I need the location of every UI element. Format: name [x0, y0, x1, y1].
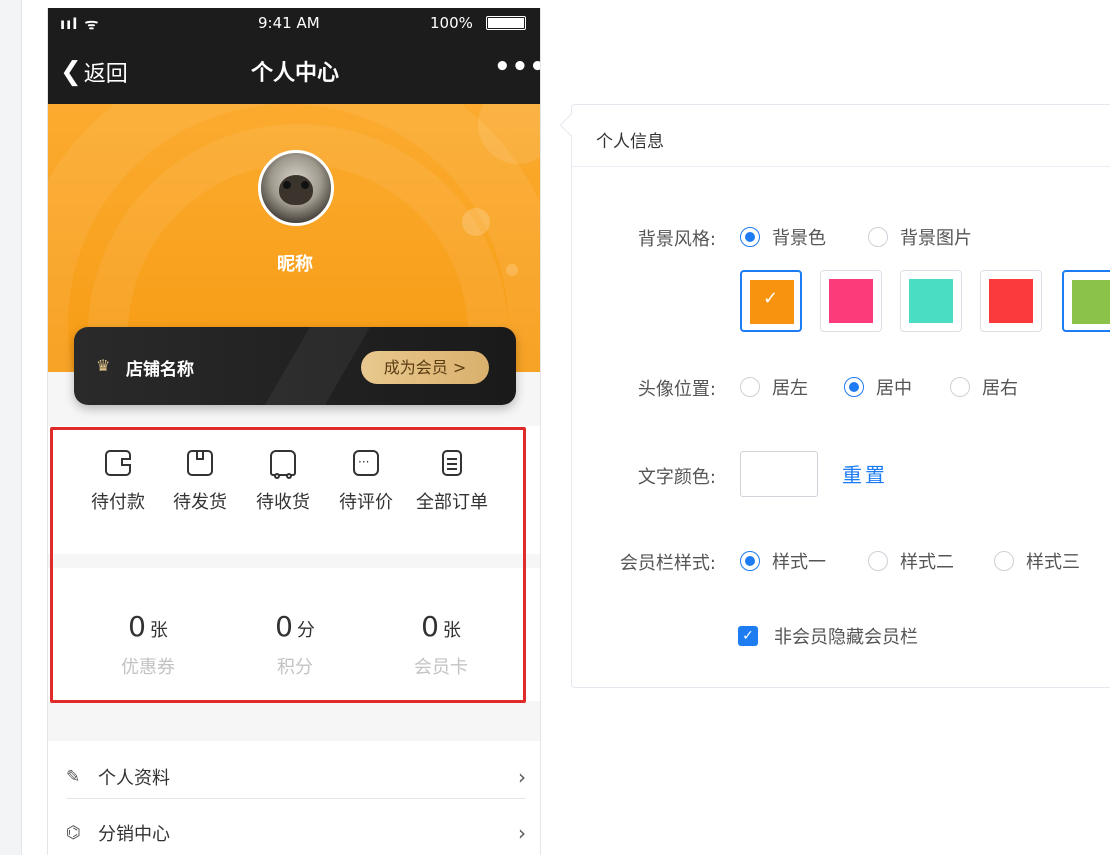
avatar[interactable] [258, 150, 334, 226]
signal-icon: ııl ᯤ [60, 15, 100, 33]
radio-label: 样式一 [772, 552, 826, 573]
menu-label: 个人资料 [98, 768, 170, 789]
avatar-left-radio[interactable]: 居左 [740, 374, 808, 400]
nickname: 昵称 [277, 254, 313, 275]
nav-bar: ❮ 返回 个人中心 ••• [48, 38, 540, 104]
swatch-pink[interactable] [820, 270, 882, 332]
order-section: 待付款 待发货 待收货 ··· 待评价 全部订单 [48, 426, 540, 554]
radio-label: 背景图片 [900, 228, 972, 249]
avatar-position-label: 头像位置: [637, 379, 716, 400]
chevron-right-icon: › [518, 821, 526, 845]
chevron-right-icon: › [518, 765, 526, 789]
order-label: 待评价 [339, 492, 393, 513]
panel-title: 个人信息 [596, 132, 664, 152]
checkmark-icon: ✓ [738, 626, 758, 646]
menu-item-profile[interactable]: ✎ 个人资料 › [66, 749, 526, 805]
avatar-eye [301, 181, 309, 189]
status-time: 9:41 AM [258, 14, 320, 32]
stat-value: 0 [275, 610, 293, 643]
bg-style-row: 背景风格: 背景色 背景图片 [572, 221, 1110, 261]
become-member-button[interactable]: 成为会员 > [361, 351, 489, 384]
asset-stats: 0张 优惠券 0分 积分 0张 会员卡 [48, 568, 540, 701]
menu-list: ✎ 个人资料 › ⌬ 分销中心 › [48, 741, 540, 855]
truck-icon [270, 450, 296, 479]
page-title: 个人中心 [250, 61, 339, 86]
swatch-red[interactable] [980, 270, 1042, 332]
swatch-green[interactable] [1062, 270, 1110, 332]
divider [66, 798, 526, 799]
radio-label: 居中 [876, 378, 912, 399]
order-item-pending-payment[interactable]: 待付款 [76, 450, 160, 514]
member-style-3-radio[interactable]: 样式三 [994, 548, 1080, 574]
member-style-row: 会员栏样式: 样式一 样式二 样式三 [572, 545, 1110, 585]
stat-points[interactable]: 0分 积分 [225, 610, 365, 679]
avatar-right-radio[interactable]: 居右 [950, 374, 1018, 400]
avatar-position-row: 头像位置: 居左 居中 居右 [572, 371, 1110, 411]
radio-label: 居左 [772, 378, 808, 399]
checkbox-label: 非会员隐藏会员栏 [774, 627, 918, 648]
radio-label: 居右 [982, 378, 1018, 399]
avatar-eye [283, 181, 291, 189]
clipboard-icon [442, 450, 462, 476]
comment-icon: ··· [353, 450, 379, 476]
order-label: 待收货 [256, 492, 310, 513]
order-item-pending-receipt[interactable]: 待收货 [241, 450, 325, 514]
settings-panel: 个人信息 背景风格: 背景色 背景图片 头像位置: 居左 居中 居右 文字颜色:… [559, 104, 1110, 688]
member-style-1-radio[interactable]: 样式一 [740, 548, 826, 574]
bg-style-image-radio[interactable]: 背景图片 [868, 224, 972, 250]
reset-button[interactable]: 重置 [842, 459, 888, 488]
order-item-pending-shipment[interactable]: 待发货 [158, 450, 242, 514]
crown-icon: ♛ [96, 356, 111, 375]
stat-label: 会员卡 [414, 657, 468, 678]
member-style-2-radio[interactable]: 样式二 [868, 548, 954, 574]
order-label: 待付款 [91, 492, 145, 513]
stat-unit: 张 [442, 620, 461, 641]
bg-style-label: 背景风格: [637, 229, 716, 250]
order-label: 待发货 [173, 492, 227, 513]
battery-icon [486, 16, 526, 30]
avatar-center-radio[interactable]: 居中 [844, 374, 912, 400]
stat-value: 0 [128, 610, 146, 643]
wallet-icon [105, 450, 131, 476]
shop-name: 店铺名称 [126, 360, 194, 380]
radio-label: 样式二 [900, 552, 954, 573]
member-style-label: 会员栏样式: [619, 553, 716, 574]
hide-member-bar-checkbox[interactable]: ✓ 非会员隐藏会员栏 [738, 623, 918, 649]
radio-label: 背景色 [772, 228, 826, 249]
text-color-picker[interactable] [740, 451, 818, 497]
avatar-face [279, 175, 313, 205]
stat-unit: 分 [296, 620, 315, 641]
edit-icon: ✎ [66, 767, 81, 787]
stat-label: 积分 [277, 657, 313, 678]
stat-coupons[interactable]: 0张 优惠券 [78, 610, 218, 679]
stat-member-cards[interactable]: 0张 会员卡 [371, 610, 511, 679]
stat-value: 0 [421, 610, 439, 643]
stat-unit: 张 [149, 620, 168, 641]
menu-item-distribution[interactable]: ⌬ 分销中心 › [66, 805, 526, 855]
phone-preview: ııl ᯤ 9:41 AM 100% ❮ 返回 个人中心 ••• 昵称 ♛ 店铺… [47, 8, 541, 855]
member-bar: ♛ 店铺名称 成为会员 > [74, 327, 516, 405]
package-icon [187, 450, 213, 476]
status-bar: ııl ᯤ 9:41 AM 100% [48, 8, 540, 38]
bg-style-color-radio[interactable]: 背景色 [740, 224, 826, 250]
swatch-teal[interactable] [900, 270, 962, 332]
decor-dot [462, 208, 490, 236]
stat-label: 优惠券 [121, 657, 175, 678]
panel-header: 个人信息 [572, 105, 1110, 167]
order-item-pending-review[interactable]: ··· 待评价 [324, 450, 408, 514]
menu-label: 分销中心 [98, 824, 170, 845]
battery-percent: 100% [430, 14, 473, 32]
radio-label: 样式三 [1026, 552, 1080, 573]
swatch-orange[interactable] [740, 270, 802, 332]
text-color-label: 文字颜色: [637, 467, 716, 488]
order-label: 全部订单 [416, 492, 488, 513]
left-sidebar-edge [0, 0, 22, 855]
order-item-all-orders[interactable]: 全部订单 [410, 450, 494, 514]
more-icon[interactable]: ••• [494, 52, 540, 82]
distribution-icon: ⌬ [66, 823, 81, 843]
